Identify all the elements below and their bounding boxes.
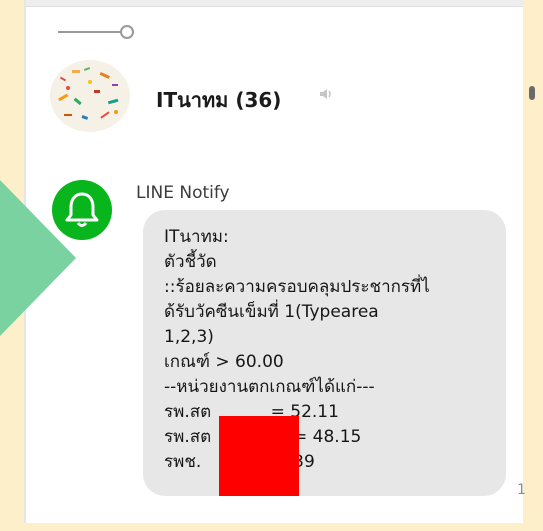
message-line: ITนาทม: — [164, 227, 229, 247]
bottom-panel — [24, 523, 523, 531]
message-time: 16 — [517, 482, 525, 498]
message-line: --หน่วยงานตกเกณฑ์ได้แก่--- — [164, 377, 375, 397]
top-bar — [24, 0, 523, 7]
message-line: ด้รับวัคซีนเข็มที่ 1(Typearea — [164, 302, 379, 322]
slider-knob[interactable] — [120, 25, 134, 39]
group-avatar[interactable] — [50, 60, 130, 132]
message-line: ::ร้อยละความครอบคลุมประชากรที่ไ — [164, 277, 430, 297]
speaker-muted-icon[interactable] — [318, 86, 334, 106]
more-icon[interactable] — [529, 86, 535, 100]
slider-track — [58, 31, 122, 33]
line-notify-avatar[interactable] — [52, 180, 112, 240]
message-line: 1,2,3) — [164, 327, 214, 347]
message-line: รพช. 57.39 — [164, 452, 315, 472]
message-line: รพ.สต = 52.11 — [164, 402, 339, 422]
message-text: ITนาทม: ตัวชี้วัด ::ร้อยละความครอบคลุมปร… — [164, 225, 496, 475]
bell-icon — [65, 192, 99, 227]
slider-control[interactable] — [58, 25, 134, 39]
message-line: เกณฑ์ > 60.00 — [164, 352, 284, 372]
right-side-panel — [523, 0, 543, 531]
group-title[interactable]: ITนาทม (36) — [156, 84, 281, 116]
sender-name: LINE Notify — [136, 183, 230, 203]
message-line: รพ.สต น = 48.15 — [164, 427, 362, 447]
group-avatar-art — [58, 67, 119, 120]
redaction-box — [219, 416, 299, 496]
message-line: ตัวชี้วัด — [164, 252, 217, 272]
